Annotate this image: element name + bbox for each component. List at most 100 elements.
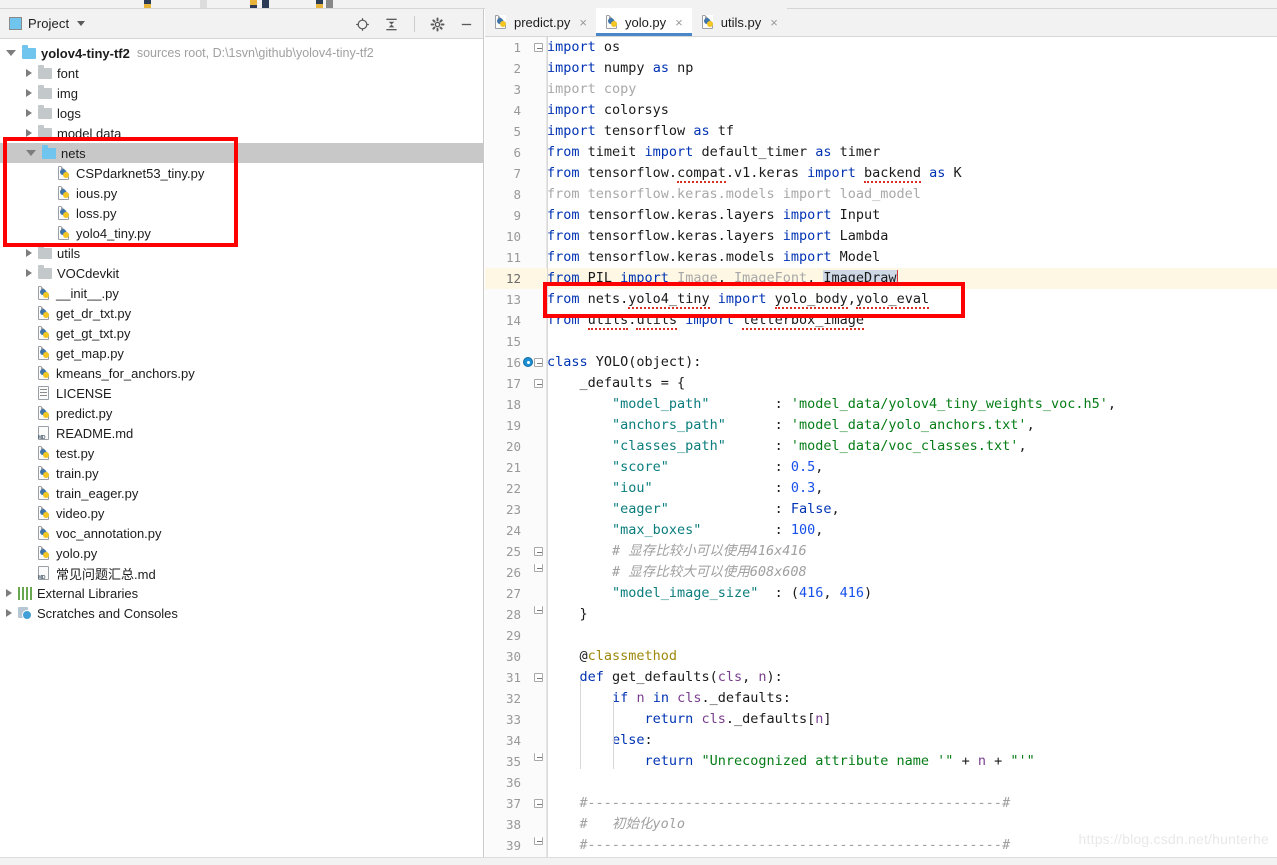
tree-item-yolo4_tiny-py[interactable]: yolo4_tiny.py — [0, 223, 483, 243]
tree-item-utils[interactable]: utils — [0, 243, 483, 263]
code-line-35[interactable]: 35 return "Unrecognized attribute name '… — [485, 751, 1277, 772]
tree-item-get_dr_txt-py[interactable]: get_dr_txt.py — [0, 303, 483, 323]
code-fold-marker[interactable] — [534, 799, 543, 808]
editor-tab-utils-py[interactable]: utils.py × — [691, 8, 787, 36]
chevron-right-icon[interactable] — [26, 269, 32, 277]
code-line-2[interactable]: 2 import numpy as np — [485, 58, 1277, 79]
editor-tab-bar[interactable]: predict.py × yolo.py × utils.py × — [485, 8, 1277, 37]
tree-item-model-data[interactable]: model data — [0, 123, 483, 143]
collapse-all-icon[interactable] — [383, 16, 400, 33]
code-line-5[interactable]: 5 import tensorflow as tf — [485, 121, 1277, 142]
code-line-25[interactable]: 25 # 显存比较小可以使用416x416 — [485, 541, 1277, 562]
code-fold-marker[interactable] — [534, 43, 543, 52]
tree-item-get_map-py[interactable]: get_map.py — [0, 343, 483, 363]
tree-item-yolo-py[interactable]: yolo.py — [0, 543, 483, 563]
chevron-right-icon[interactable] — [6, 609, 12, 617]
code-fold-marker[interactable] — [534, 358, 543, 367]
tree-item-kmeans_for_anchors-py[interactable]: kmeans_for_anchors.py — [0, 363, 483, 383]
code-fold-marker[interactable] — [534, 547, 543, 556]
code-fold-marker[interactable] — [534, 606, 543, 614]
project-file-tree[interactable]: yolov4-tiny-tf2 sources root, D:\1svn\git… — [0, 39, 483, 623]
tree-item-nets[interactable]: nets — [0, 143, 483, 163]
tree-item-loss-py[interactable]: loss.py — [0, 203, 483, 223]
code-fold-marker[interactable] — [534, 837, 543, 845]
code-line-23[interactable]: 23 "eager" : False, — [485, 499, 1277, 520]
tree-item-external-libraries[interactable]: External Libraries — [0, 583, 483, 603]
close-icon[interactable]: × — [579, 16, 587, 29]
code-line-3[interactable]: 3 import copy — [485, 79, 1277, 100]
code-line-36[interactable]: 36 — [485, 772, 1277, 793]
code-line-14[interactable]: 14 from utils.utils import letterbox_imag… — [485, 310, 1277, 331]
tree-item-font[interactable]: font — [0, 63, 483, 83]
code-line-17[interactable]: 17 _defaults = { — [485, 373, 1277, 394]
code-viewport[interactable]: 1 import os 2 import numpy as np 3 import cop… — [485, 37, 1277, 865]
chevron-right-icon[interactable] — [26, 249, 32, 257]
code-fold-marker[interactable] — [534, 673, 543, 682]
toolbar-icon-2[interactable] — [200, 0, 207, 8]
code-line-37[interactable]: 37 #------------------------------------… — [485, 793, 1277, 814]
code-line-13[interactable]: 13 from nets.yolo4_tiny import yolo_body,… — [485, 289, 1277, 310]
tree-item-__init__-py[interactable]: __init__.py — [0, 283, 483, 303]
tree-item-logs[interactable]: logs — [0, 103, 483, 123]
chevron-down-icon[interactable] — [6, 50, 16, 56]
chevron-down-icon[interactable] — [26, 150, 36, 156]
code-line-15[interactable]: 15 — [485, 331, 1277, 352]
code-line-28[interactable]: 28 } — [485, 604, 1277, 625]
code-line-30[interactable]: 30 @classmethod — [485, 646, 1277, 667]
code-line-1[interactable]: 1 import os — [485, 37, 1277, 58]
toolbar-icon-1[interactable] — [144, 0, 151, 8]
code-line-22[interactable]: 22 "iou" : 0.3, — [485, 478, 1277, 499]
code-line-21[interactable]: 21 "score" : 0.5, — [485, 457, 1277, 478]
tree-item-ious-py[interactable]: ious.py — [0, 183, 483, 203]
editor-tab-yolo-py[interactable]: yolo.py × — [595, 8, 692, 36]
chevron-right-icon[interactable] — [26, 89, 32, 97]
chevron-right-icon[interactable] — [26, 129, 32, 137]
settings-gear-icon[interactable] — [429, 16, 446, 33]
tree-item-cspdarknet53_tiny-py[interactable]: CSPdarknet53_tiny.py — [0, 163, 483, 183]
tree-item-license[interactable]: LICENSE — [0, 383, 483, 403]
code-line-34[interactable]: 34 else: — [485, 730, 1277, 751]
minimize-icon[interactable] — [458, 16, 475, 33]
project-title-group[interactable]: Project — [0, 16, 86, 31]
code-line-26[interactable]: 26 # 显存比较大可以使用608x608 — [485, 562, 1277, 583]
toolbar-icon-3[interactable] — [250, 0, 257, 8]
code-fold-marker[interactable] — [534, 379, 543, 388]
tree-item-img[interactable]: img — [0, 83, 483, 103]
editor-tab-predict-py[interactable]: predict.py × — [485, 8, 596, 36]
code-line-27[interactable]: 27 "model_image_size" : (416, 416) — [485, 583, 1277, 604]
tree-item-readme-md[interactable]: MD README.md — [0, 423, 483, 443]
chevron-right-icon[interactable] — [26, 109, 32, 117]
tree-item-scratches-and-consoles[interactable]: Scratches and Consoles — [0, 603, 483, 623]
chevron-down-icon[interactable] — [77, 21, 86, 26]
tree-item-yolov4-tiny-tf2[interactable]: yolov4-tiny-tf2 sources root, D:\1svn\git… — [0, 43, 483, 63]
close-icon[interactable]: × — [770, 16, 778, 29]
code-line-33[interactable]: 33 return cls._defaults[n] — [485, 709, 1277, 730]
toolbar-icon-4[interactable] — [262, 0, 269, 8]
code-line-7[interactable]: 7 from tensorflow.compat.v1.keras import … — [485, 163, 1277, 184]
code-line-4[interactable]: 4 import colorsys — [485, 100, 1277, 121]
code-line-31[interactable]: 31 def get_defaults(cls, n): — [485, 667, 1277, 688]
code-line-32[interactable]: 32 if n in cls._defaults: — [485, 688, 1277, 709]
code-line-9[interactable]: 9 from tensorflow.keras.layers import Inp… — [485, 205, 1277, 226]
code-line-19[interactable]: 19 "anchors_path" : 'model_data/yolo_anc… — [485, 415, 1277, 436]
toolbar-icon-6[interactable] — [326, 0, 333, 8]
close-icon[interactable]: × — [675, 16, 683, 29]
code-line-8[interactable]: 8 from tensorflow.keras.models import loa… — [485, 184, 1277, 205]
tree-item-train_eager-py[interactable]: train_eager.py — [0, 483, 483, 503]
chevron-right-icon[interactable] — [6, 589, 12, 597]
code-line-10[interactable]: 10 from tensorflow.keras.layers import La… — [485, 226, 1277, 247]
code-line-11[interactable]: 11 from tensorflow.keras.models import Mo… — [485, 247, 1277, 268]
tree-item-vocdevkit[interactable]: VOCdevkit — [0, 263, 483, 283]
code-line-20[interactable]: 20 "classes_path" : 'model_data/voc_clas… — [485, 436, 1277, 457]
code-fold-marker[interactable] — [534, 564, 543, 572]
code-line-24[interactable]: 24 "max_boxes" : 100, — [485, 520, 1277, 541]
tree-item-video-py[interactable]: video.py — [0, 503, 483, 523]
code-fold-marker[interactable] — [534, 753, 543, 761]
tree-item-train-py[interactable]: train.py — [0, 463, 483, 483]
locate-icon[interactable] — [354, 16, 371, 33]
code-line-6[interactable]: 6 from timeit import default_timer as tim… — [485, 142, 1277, 163]
gutter-run-icon[interactable] — [523, 357, 533, 367]
code-lines[interactable]: 1 import os 2 import numpy as np 3 import cop… — [485, 37, 1277, 856]
code-line-18[interactable]: 18 "model_path" : 'model_data/yolov4_tin… — [485, 394, 1277, 415]
tree-item--md[interactable]: MD 常见问题汇总.md — [0, 563, 483, 583]
